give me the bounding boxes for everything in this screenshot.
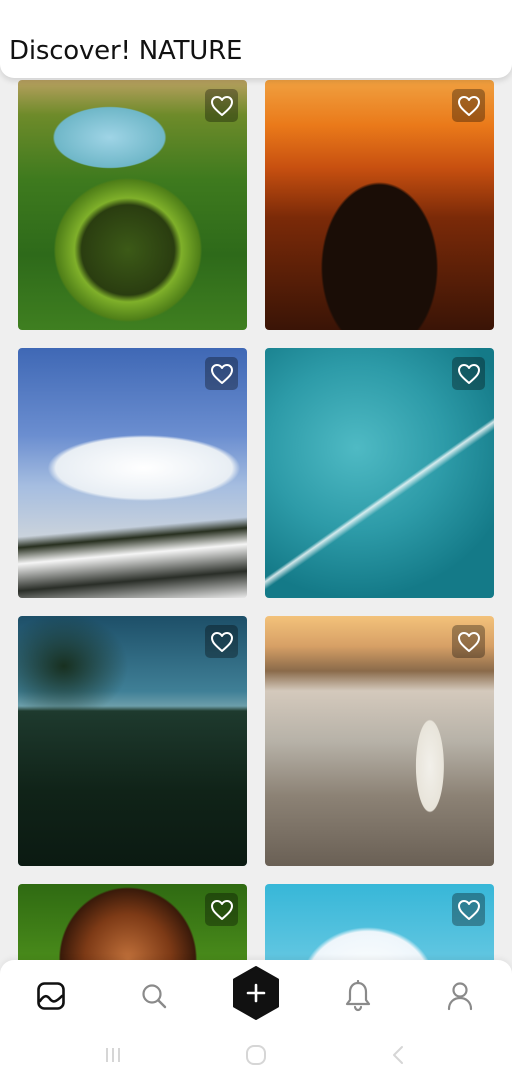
favorite-button[interactable]: [452, 625, 485, 658]
heart-icon: [457, 95, 480, 116]
favorite-button[interactable]: [205, 357, 238, 390]
photo-tile[interactable]: [18, 616, 247, 866]
system-navigation-bar: [0, 1030, 512, 1080]
heart-icon: [210, 631, 233, 652]
tab-search[interactable]: [132, 974, 176, 1018]
discover-screen: Discover! NATURE: [0, 0, 512, 1080]
heart-icon: [210, 363, 233, 384]
favorite-button[interactable]: [452, 893, 485, 926]
heart-icon: [210, 95, 233, 116]
favorite-button[interactable]: [205, 89, 238, 122]
heart-icon: [457, 363, 480, 384]
favorite-button[interactable]: [205, 893, 238, 926]
tab-notifications[interactable]: [336, 974, 380, 1018]
heart-icon: [210, 899, 233, 920]
photo-tile[interactable]: [18, 348, 247, 598]
photo-tile[interactable]: [265, 348, 494, 598]
favorite-button[interactable]: [452, 357, 485, 390]
page-title: Discover! NATURE: [9, 36, 243, 66]
tab-profile[interactable]: [438, 974, 482, 1018]
photo-tile[interactable]: [265, 616, 494, 866]
back-button[interactable]: [385, 1044, 411, 1066]
app-header: Discover! NATURE: [0, 0, 512, 78]
tab-gallery[interactable]: [29, 974, 73, 1018]
search-icon: [142, 984, 167, 1009]
plus-hexagon-icon: [233, 966, 279, 1020]
bell-icon: [345, 980, 371, 1012]
heart-icon: [457, 899, 480, 920]
favorite-button[interactable]: [452, 89, 485, 122]
add-post-button[interactable]: [230, 965, 282, 1021]
heart-icon: [457, 631, 480, 652]
image-icon: [37, 982, 65, 1010]
photo-tile[interactable]: [18, 80, 247, 330]
favorite-button[interactable]: [205, 625, 238, 658]
recent-apps-button[interactable]: [100, 1044, 126, 1066]
user-icon: [447, 982, 473, 1011]
home-button[interactable]: [243, 1044, 269, 1066]
bottom-tab-bar: [0, 960, 512, 1030]
back-icon: [393, 1046, 403, 1064]
recent-apps-icon: [106, 1048, 120, 1062]
home-icon: [246, 1045, 266, 1065]
photo-tile[interactable]: [265, 80, 494, 330]
